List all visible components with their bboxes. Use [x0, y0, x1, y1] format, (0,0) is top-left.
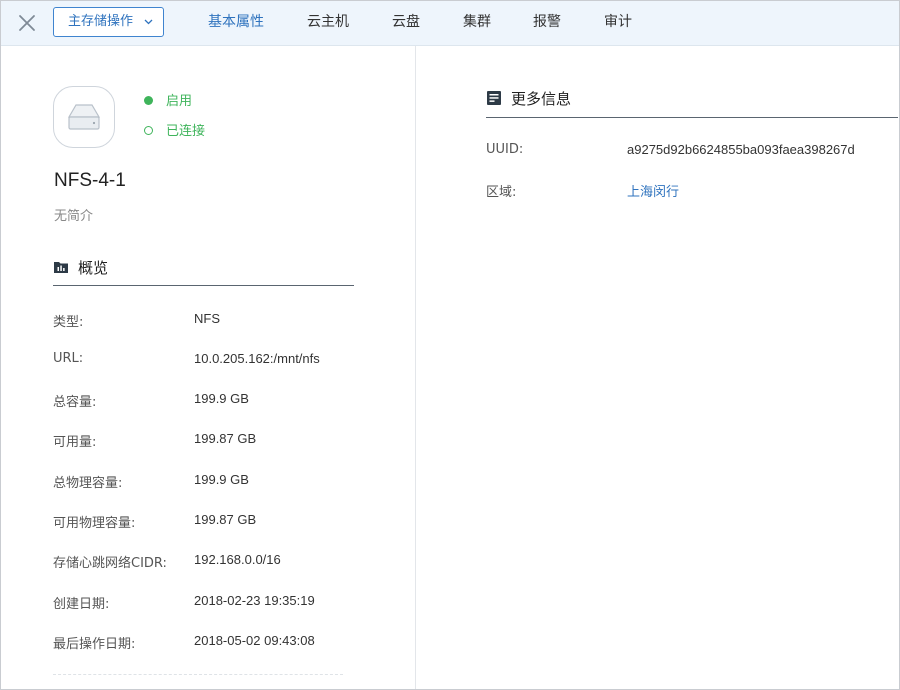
connected-dot-icon: [144, 126, 153, 135]
chart-folder-icon: [53, 259, 69, 275]
tab-vm-instances[interactable]: 云主机: [307, 13, 349, 31]
status-label: 已连接: [166, 124, 206, 139]
last-operation-date-value: 2018-05-02 09:43:08: [194, 633, 315, 648]
list-end-divider: [53, 674, 343, 675]
created-date-value: 2018-02-23 19:35:19: [194, 593, 315, 608]
state-indicator: 启用: [144, 94, 192, 110]
last-operation-date-label: 最后操作日期:: [53, 637, 136, 652]
resource-description: 无简介: [54, 209, 94, 224]
available-physical-capacity-value: 199.87 GB: [194, 512, 257, 527]
overview-title: 概览: [78, 259, 109, 277]
tab-clusters[interactable]: 集群: [463, 13, 491, 31]
enabled-dot-icon: [144, 96, 153, 105]
created-date-label: 创建日期:: [53, 597, 110, 612]
total-physical-capacity-label: 总物理容量:: [53, 476, 123, 491]
url-label: URL:: [53, 351, 84, 366]
tab-volumes[interactable]: 云盘: [392, 13, 420, 31]
available-physical-capacity-label: 可用物理容量:: [53, 516, 136, 531]
more-info-title: 更多信息: [511, 90, 572, 108]
zone-label: 区域:: [486, 185, 517, 200]
tab-audit[interactable]: 审计: [604, 13, 632, 31]
tab-alarms[interactable]: 报警: [533, 13, 561, 31]
resource-name: NFS-4-1: [54, 170, 126, 191]
more-info-header: 更多信息: [486, 88, 896, 110]
state-label: 启用: [166, 94, 193, 109]
document-icon: [486, 90, 502, 106]
total-physical-capacity-value: 199.9 GB: [194, 472, 249, 487]
connection-status: 已连接: [144, 124, 205, 140]
storage-operation-label: 主存储操作: [68, 14, 134, 29]
panel-divider: [415, 46, 416, 689]
available-capacity-label: 可用量:: [53, 435, 97, 450]
type-value: NFS: [194, 311, 220, 326]
close-icon[interactable]: [17, 13, 37, 33]
uuid-label: UUID:: [486, 142, 524, 157]
zone-link[interactable]: 上海闵行: [627, 181, 679, 200]
available-capacity-value: 199.87 GB: [194, 431, 257, 446]
heartbeat-cidr-label: 存储心跳网络CIDR:: [53, 556, 167, 571]
storage-operation-button[interactable]: 主存储操作: [53, 7, 164, 37]
storage-drive-icon: [53, 86, 115, 148]
heartbeat-cidr-value: 192.168.0.0/16: [194, 552, 281, 567]
tab-basic-properties[interactable]: 基本属性: [208, 13, 264, 31]
url-value: 10.0.205.162:/mnt/nfs: [194, 351, 320, 366]
type-label: 类型:: [53, 315, 84, 330]
uuid-value: a9275d92b6624855ba093faea398267d: [627, 142, 855, 157]
total-capacity-value: 199.9 GB: [194, 391, 249, 406]
top-bar: 主存储操作 基本属性 云主机 云盘 集群 报警 审计: [1, 1, 899, 46]
more-info-divider: [486, 117, 898, 118]
overview-header: 概览: [53, 257, 353, 279]
overview-divider: [53, 285, 354, 286]
chevron-down-icon: [144, 8, 153, 48]
total-capacity-label: 总容量:: [53, 395, 97, 410]
